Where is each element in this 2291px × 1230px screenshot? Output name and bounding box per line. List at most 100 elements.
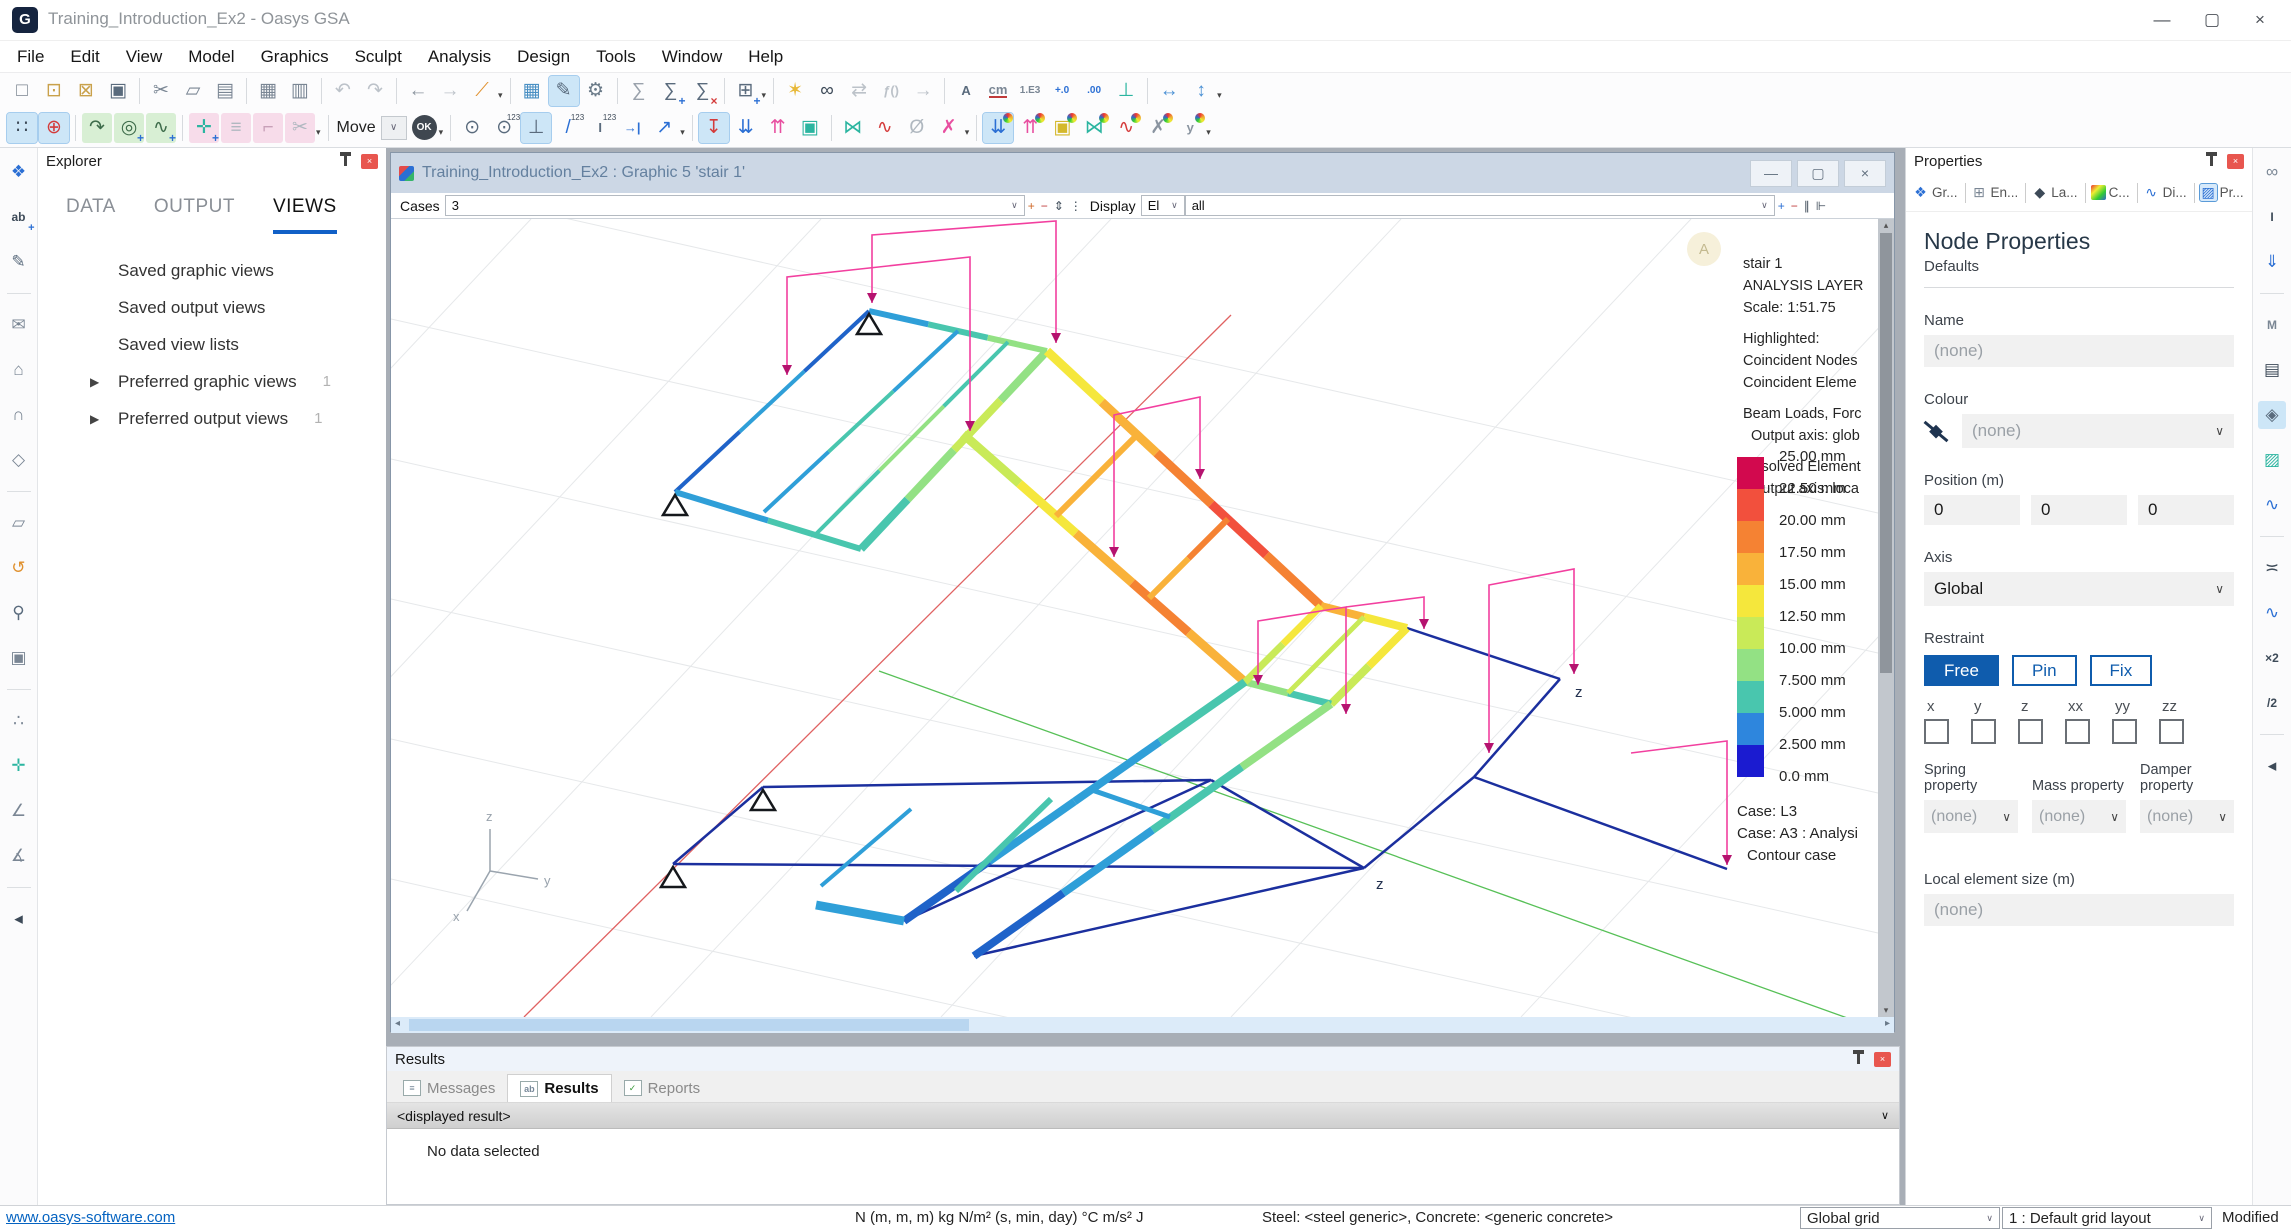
list-pin-icon[interactable]: ⊩ — [1816, 199, 1826, 213]
vertical-scrollbar-thumb[interactable] — [1880, 233, 1892, 673]
sculpt-tool-icon[interactable]: ✎ — [5, 248, 33, 276]
solid-model-icon[interactable]: ◇ — [5, 446, 33, 474]
list-remove-icon[interactable]: − — [1791, 199, 1798, 213]
close-icon[interactable]: × — [361, 154, 378, 169]
menu-design[interactable]: Design — [504, 47, 583, 67]
section-I-icon[interactable]: I — [2258, 203, 2286, 231]
position-y-field[interactable]: 0 — [2031, 495, 2127, 525]
list-add-icon[interactable]: + — [1778, 199, 1785, 213]
end-releases-icon[interactable]: →| — [617, 113, 647, 143]
dropdown-arrow[interactable]: ▾ — [762, 90, 767, 101]
restraint-pin-button[interactable]: Pin — [2012, 655, 2077, 686]
contour-moment-icon[interactable]: ∿ — [1111, 113, 1141, 143]
dof-checkbox-xx[interactable] — [2065, 719, 2090, 744]
sidebar-item[interactable]: ▶Preferred graphic views1 — [38, 363, 386, 400]
element-axes-icon[interactable]: ↗ — [649, 113, 679, 143]
dof-checkbox-yy[interactable] — [2112, 719, 2137, 744]
graphic-window-title-bar[interactable]: Training_Introduction_Ex2 : Graphic 5 's… — [391, 153, 1894, 193]
case-remove-icon[interactable]: − — [1041, 199, 1048, 213]
scale-half-icon[interactable]: /2 — [2258, 689, 2286, 717]
minimize-button[interactable]: — — [2139, 6, 2185, 34]
member-link-icon[interactable]: ∞ — [2258, 158, 2286, 186]
pin-icon[interactable] — [344, 156, 347, 166]
menu-file[interactable]: File — [4, 47, 57, 67]
graphic-restore-button[interactable]: ▢ — [1797, 160, 1839, 187]
close-button[interactable]: × — [2237, 6, 2283, 34]
dropdown-arrow[interactable]: ▾ — [680, 127, 685, 138]
pin-tool-icon[interactable]: ✛ — [5, 752, 33, 780]
case-list-icon[interactable]: ⋮ — [1070, 199, 1082, 213]
list-all-icon[interactable]: ∥ — [1804, 199, 1810, 213]
page-setup-icon[interactable]: ⊞+ — [731, 76, 761, 106]
layers-icon[interactable]: ≡ — [221, 113, 251, 143]
digits-down-icon[interactable]: .00 — [1079, 76, 1109, 106]
tab-entities[interactable]: ⊞En... — [1969, 181, 2021, 204]
graphic-close-button[interactable]: × — [1844, 160, 1886, 187]
collapse-left-icon[interactable]: ◂ — [5, 905, 33, 933]
node-numbers-icon[interactable]: ⊙123 — [489, 113, 519, 143]
add-member-icon[interactable]: ∿+ — [146, 113, 176, 143]
dropdown-arrow[interactable]: ▾ — [1206, 127, 1211, 138]
import-gear-icon[interactable]: ⇓ — [2258, 248, 2286, 276]
menu-tools[interactable]: Tools — [583, 47, 649, 67]
beam-loads-icon[interactable]: ⇊ — [731, 113, 761, 143]
menu-model[interactable]: Model — [175, 47, 247, 67]
restraint-free-button[interactable]: Free — [1924, 655, 1999, 686]
menu-view[interactable]: View — [113, 47, 176, 67]
polyline-tool-icon[interactable]: M — [2258, 311, 2286, 339]
maximize-button[interactable]: ▢ — [2189, 6, 2235, 34]
dropdown-arrow[interactable]: ▾ — [1217, 90, 1222, 101]
sidebar-item[interactable]: Saved view lists — [38, 326, 386, 363]
undo-icon[interactable]: ↶ — [328, 76, 358, 106]
tab-properties[interactable]: ▨Pr... — [2198, 181, 2246, 204]
cut-icon[interactable]: ✂ — [146, 76, 176, 106]
menu-edit[interactable]: Edit — [57, 47, 112, 67]
contour-displacement-icon[interactable]: ⇊ — [983, 113, 1013, 143]
vertical-scrollbar[interactable]: ▴ ▾ — [1878, 219, 1894, 1017]
portal-frame-icon[interactable]: ⌂ — [5, 356, 33, 384]
pin-icon[interactable] — [2210, 156, 2213, 166]
package-box-icon[interactable]: ▱ — [5, 509, 33, 537]
tab-data[interactable]: DATA — [66, 196, 116, 234]
find-icon[interactable]: ∞ — [812, 76, 842, 106]
orbit-rotate-icon[interactable]: ↺ — [5, 554, 33, 582]
print-preview-icon[interactable]: ▥ — [285, 76, 315, 106]
contour-patch-icon[interactable]: ▣ — [1047, 113, 1077, 143]
tab-messages[interactable]: ≡Messages — [391, 1074, 507, 1102]
table-view-icon[interactable]: ▦ — [517, 76, 547, 106]
close-icon[interactable]: × — [1874, 1052, 1891, 1067]
sum-add-icon[interactable]: ∑+ — [656, 76, 686, 106]
colour-select[interactable]: (none) ∨ — [1962, 414, 2234, 448]
ok-badge[interactable]: OK — [412, 115, 437, 140]
sculpt-pencil-icon[interactable]: ✎ — [549, 76, 579, 106]
case-add-icon[interactable]: + — [1028, 199, 1035, 213]
tab-diagrams[interactable]: ∿Di... — [2141, 181, 2189, 204]
arch-frame-icon[interactable]: ∩ — [5, 401, 33, 429]
delete-diagram-icon[interactable]: ✗ — [934, 113, 964, 143]
sidebar-item[interactable]: Saved graphic views — [38, 252, 386, 289]
fit-width-icon[interactable]: ↔ — [1154, 76, 1184, 106]
dropdown-arrow[interactable]: ▾ — [439, 127, 444, 138]
restraint-fix-button[interactable]: Fix — [2090, 655, 2153, 686]
sidebar-item[interactable]: Saved output views — [38, 289, 386, 326]
sweep-brush-icon[interactable]: ⟋ — [467, 76, 497, 106]
menu-help[interactable]: Help — [735, 47, 796, 67]
wizard-wand-icon[interactable]: ✶ — [780, 76, 810, 106]
add-axis-icon[interactable]: ✛+ — [189, 113, 219, 143]
position-x-field[interactable]: 0 — [1924, 495, 2020, 525]
font-icon[interactable]: A — [951, 76, 981, 106]
contour-shear-icon[interactable]: ⋈ — [1079, 113, 1109, 143]
deform-tool-icon[interactable]: ∿ — [2258, 599, 2286, 627]
section-numbers-icon[interactable]: I123 — [585, 113, 615, 143]
dof-checkbox-y[interactable] — [1971, 719, 1996, 744]
graphic-minimize-button[interactable]: — — [1750, 160, 1792, 187]
forward-icon[interactable]: → — [435, 76, 465, 106]
save-file-icon[interactable]: ▣ — [103, 76, 133, 106]
angle-tool-icon[interactable]: ∠ — [5, 797, 33, 825]
graphic-viewport[interactable]: zzzyxA stair 1ANALYSIS LAYERScale: 1:51.… — [391, 219, 1878, 1017]
dof-checkbox-z[interactable] — [2018, 719, 2043, 744]
dropdown-arrow[interactable]: ▾ — [498, 90, 503, 101]
mail-message-icon[interactable]: ✉ — [5, 311, 33, 339]
fit-height-icon[interactable]: ↕ — [1186, 76, 1216, 106]
local-element-size-field[interactable]: (none) — [1924, 894, 2234, 926]
